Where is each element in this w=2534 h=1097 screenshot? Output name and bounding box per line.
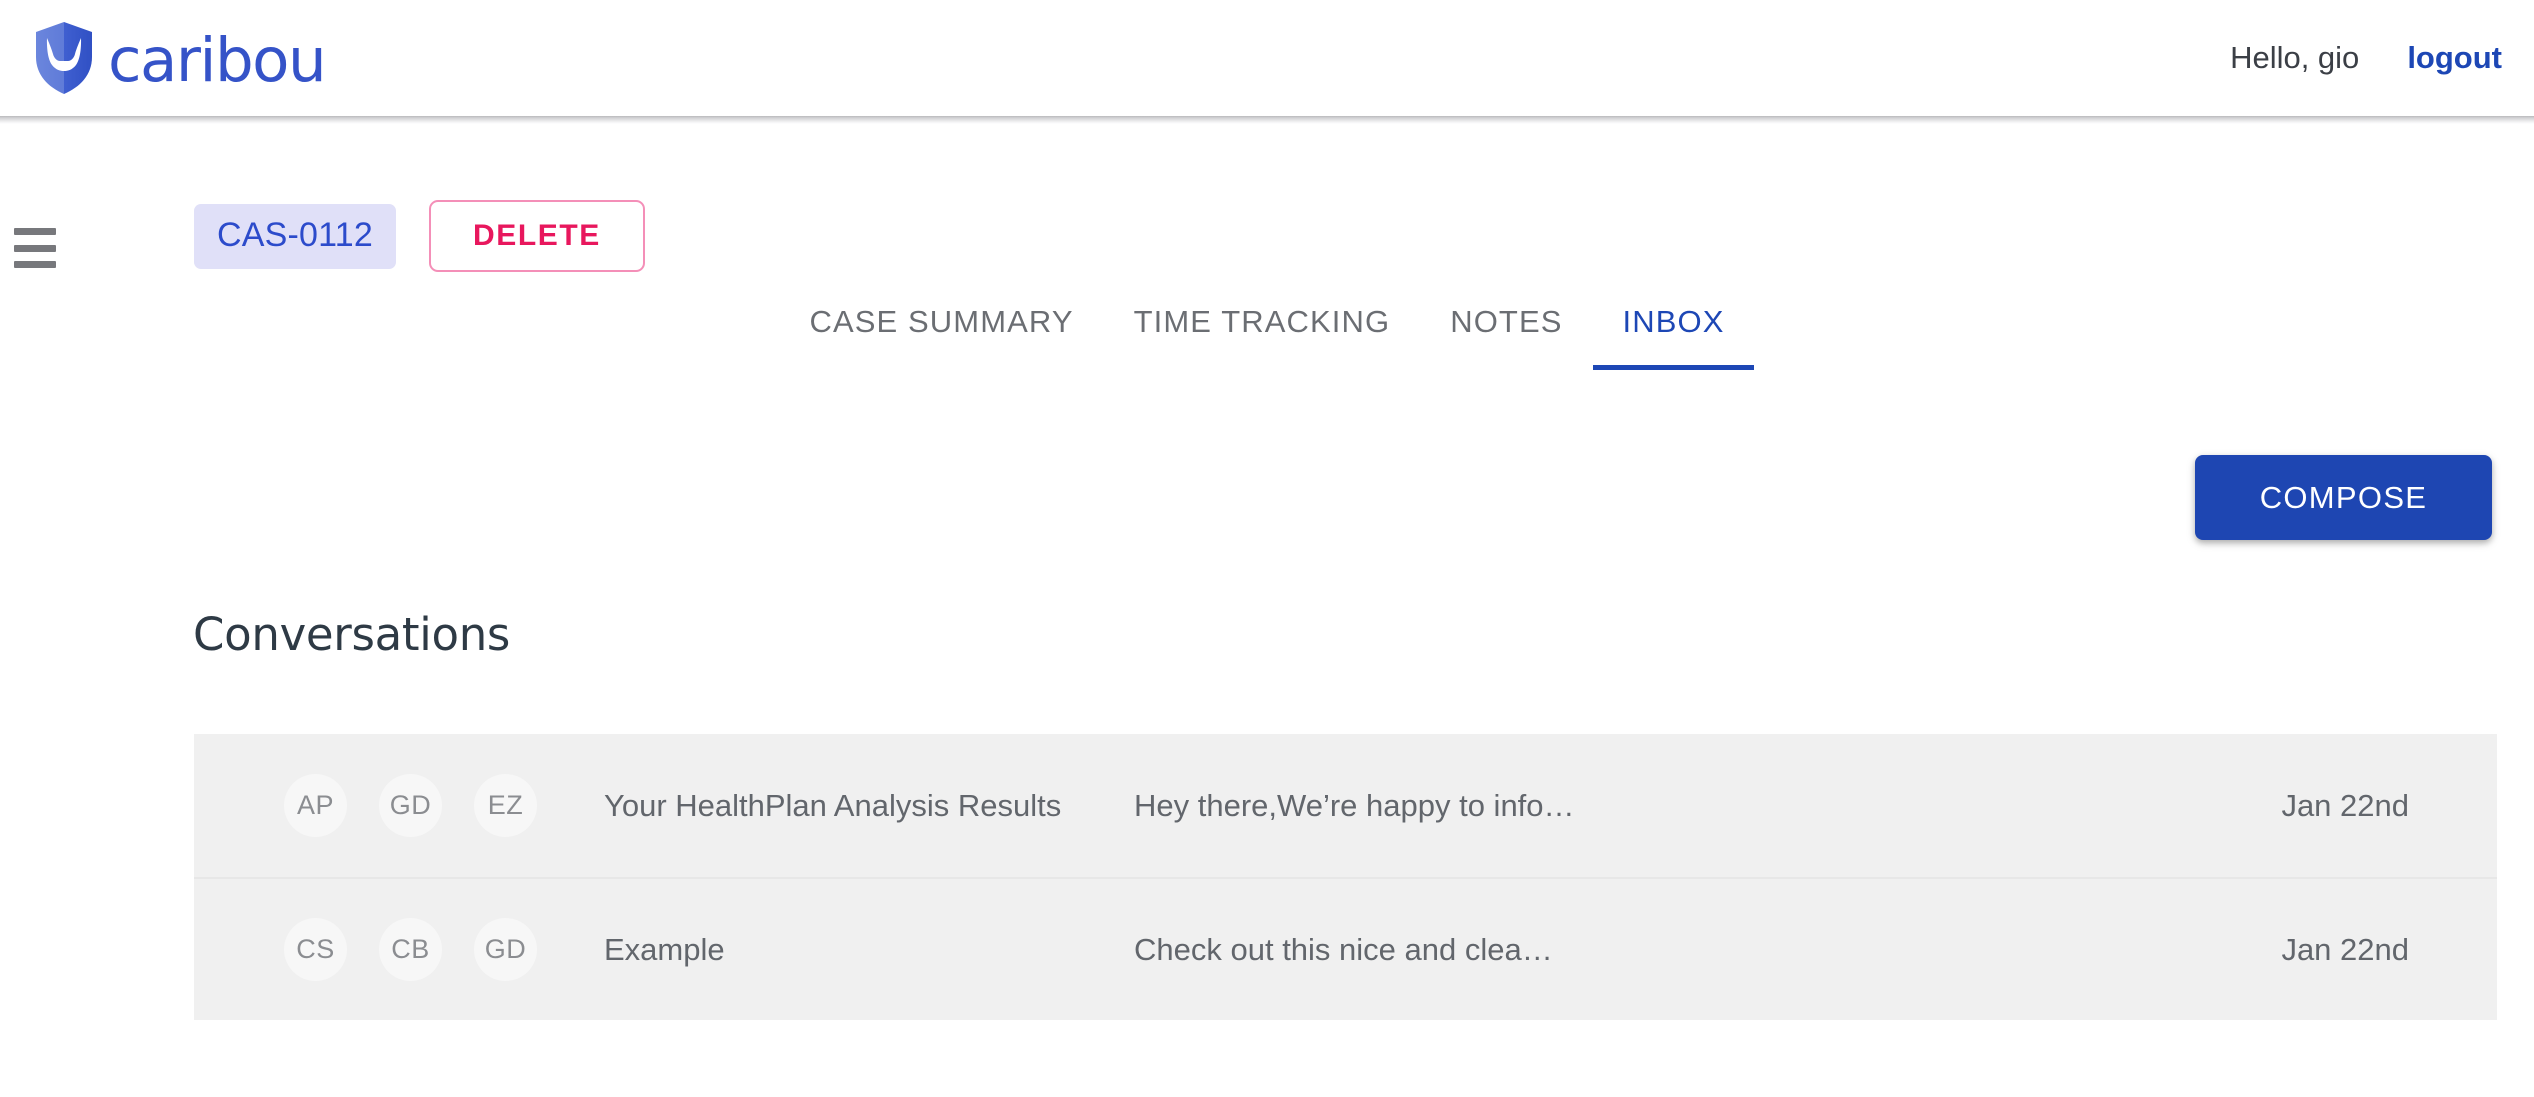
- conversations-heading: Conversations: [193, 608, 511, 661]
- hamburger-menu-icon[interactable]: [14, 226, 62, 270]
- conversation-list: AP GD EZ Your HealthPlan Analysis Result…: [194, 734, 2497, 1020]
- avatar-stack: CS CB GD: [284, 918, 544, 981]
- avatar: AP: [284, 774, 347, 837]
- conversation-subject: Example: [604, 931, 725, 967]
- case-bar: CAS-0112 DELETE: [194, 200, 645, 272]
- avatar: GD: [474, 918, 537, 981]
- conversation-subject: Your HealthPlan Analysis Results: [604, 787, 1062, 823]
- tab-inbox[interactable]: INBOX: [1592, 296, 1755, 370]
- hamburger-bar-2: [14, 244, 56, 252]
- header-right: Hello, gio logout: [2230, 40, 2534, 76]
- logout-link[interactable]: logout: [2407, 40, 2502, 76]
- conversation-date: Jan 22nd: [2281, 787, 2409, 823]
- brand-name: caribou: [108, 24, 327, 96]
- conversation-preview: Hey there,We’re happy to info…: [1134, 787, 1575, 823]
- avatar: EZ: [474, 774, 537, 837]
- case-id-badge[interactable]: CAS-0112: [194, 203, 396, 269]
- tab-time-tracking[interactable]: TIME TRACKING: [1104, 296, 1421, 370]
- brand-logo[interactable]: caribou: [0, 21, 327, 96]
- case-tab-bar: CASE SUMMARY TIME TRACKING NOTES INBOX: [0, 296, 2534, 370]
- user-greeting: Hello, gio: [2230, 40, 2360, 75]
- avatar: CB: [379, 918, 442, 981]
- hamburger-bar-3: [14, 261, 56, 268]
- conversation-preview: Check out this nice and clea…: [1134, 931, 1553, 967]
- conversation-row[interactable]: CS CB GD Example Check out this nice and…: [194, 877, 2497, 1020]
- tab-case-summary[interactable]: CASE SUMMARY: [780, 296, 1104, 370]
- avatar: CS: [284, 918, 347, 981]
- compose-button[interactable]: COMPOSE: [2195, 455, 2492, 540]
- conversation-date: Jan 22nd: [2281, 931, 2409, 967]
- avatar-stack: AP GD EZ: [284, 774, 544, 837]
- shield-antlers-logo-icon: [36, 22, 92, 94]
- app-header: caribou Hello, gio logout: [0, 0, 2534, 124]
- delete-button[interactable]: DELETE: [428, 200, 645, 272]
- hamburger-bar-1: [14, 228, 56, 235]
- conversation-row[interactable]: AP GD EZ Your HealthPlan Analysis Result…: [194, 734, 2497, 877]
- avatar: GD: [379, 774, 442, 837]
- tab-notes[interactable]: NOTES: [1420, 296, 1592, 370]
